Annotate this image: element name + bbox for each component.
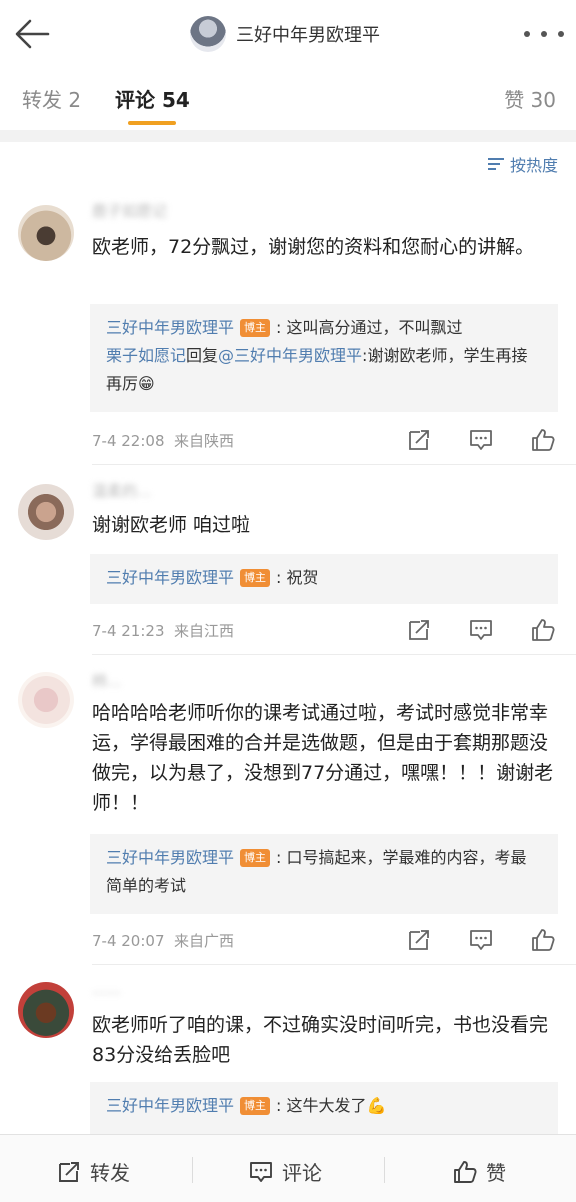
blogger-badge: 博主 (240, 1097, 271, 1115)
comment-button[interactable]: 评论 (248, 1157, 322, 1186)
comment-label: 评论 (282, 1161, 322, 1185)
comment-actions (406, 426, 556, 454)
reply-author[interactable]: 三好中年男欧理平 (106, 1096, 234, 1115)
comment-meta: 7-4 20:07 来自广西 (92, 930, 234, 951)
comment-text: 欧老师，72分飘过，谢谢您的资料和您耐心的讲解。 (92, 236, 535, 258)
like-button[interactable]: 赞 (452, 1157, 506, 1186)
blogger-badge: 博主 (240, 569, 271, 587)
reply-text: : 这叫高分通过，不叫飘过 (276, 318, 463, 337)
reply-author[interactable]: 三好中年男欧理平 (106, 318, 234, 337)
divider (92, 654, 576, 655)
reply-box[interactable]: 三好中年男欧理平 博主 : 这叫高分通过，不叫飘过 栗子如愿记回复@三好中年男欧理平… (90, 304, 558, 412)
comment-actions (406, 926, 556, 954)
like-icon (454, 1160, 477, 1183)
section-divider (0, 130, 576, 142)
comment-time: 7-4 20:07 (92, 932, 165, 950)
avatar[interactable] (18, 672, 74, 728)
reply-text: : 祝贺 (276, 568, 319, 587)
header-avatar[interactable] (190, 16, 226, 52)
like-icon[interactable] (530, 927, 556, 953)
top-bar: 三好中年男欧理平 (0, 0, 576, 68)
header-user[interactable]: 三好中年男欧理平 (190, 14, 380, 54)
sort-icon (487, 156, 506, 172)
comment-location: 来自广西 (174, 932, 235, 950)
comment-text: 谢谢欧老师 咱过啦 (92, 514, 251, 536)
divider (92, 464, 576, 465)
comment-username[interactable]: 柿... (92, 670, 121, 691)
comment-icon[interactable] (468, 617, 494, 643)
comment-icon[interactable] (468, 427, 494, 453)
back-arrow-icon[interactable] (12, 16, 56, 52)
reply-box[interactable]: 三好中年男欧理平 博主 : 祝贺 (90, 554, 558, 604)
reply-line: 三好中年男欧理平 博主 : 这叫高分通过，不叫飘过 (106, 314, 542, 342)
reply-box[interactable]: 三好中年男欧理平 博主: 口号搞起来，学最难的内容，考最简单的考试 (90, 834, 558, 914)
share-icon[interactable] (406, 427, 432, 453)
reply-box[interactable]: 三好中年男欧理平 博主 : 这牛大发了💪 (90, 1082, 558, 1134)
like-icon[interactable] (530, 617, 556, 643)
forward-label: 转发 (90, 1161, 130, 1185)
comment-meta: 7-4 21:23 来自江西 (92, 620, 234, 641)
avatar[interactable] (18, 982, 74, 1038)
comment-meta: 7-4 22:08 来自陕西 (92, 430, 234, 451)
sort-label: 按热度 (509, 156, 558, 175)
tab-comments[interactable]: 评论 54 (115, 84, 190, 113)
active-tab-indicator (128, 121, 176, 125)
like-icon[interactable] (530, 427, 556, 453)
divider (92, 964, 576, 965)
reply-line: 三好中年男欧理平 博主 : 这牛大发了💪 (106, 1092, 542, 1120)
blogger-badge: 博主 (240, 849, 271, 867)
bottom-action-bar: 转发 评论 赞 (0, 1134, 576, 1202)
comment-username[interactable]: 温柔的... (92, 480, 151, 501)
separator (192, 1157, 193, 1183)
share-icon[interactable] (406, 927, 432, 953)
separator (384, 1157, 385, 1183)
comment-text: 欧老师听了咱的课，不过确实没时间听完，书也没看完83分没给丢脸吧 (92, 1014, 549, 1066)
more-dots-icon[interactable] (524, 22, 564, 46)
comment-location: 来自陕西 (174, 432, 235, 450)
comment-username[interactable]: 鹿子如愿记 (92, 200, 167, 221)
comment-icon[interactable] (468, 927, 494, 953)
reply-connector: 回复 (186, 346, 219, 365)
reply-line: 三好中年男欧理平 博主: 口号搞起来，学最难的内容，考最简单的考试 (106, 844, 542, 900)
like-label: 赞 (486, 1161, 506, 1185)
comment-time: 7-4 21:23 (92, 622, 165, 640)
comment-icon (250, 1161, 272, 1182)
reply-line: 栗子如愿记回复@三好中年男欧理平:谢谢欧老师，学生再接再厉😁 (106, 342, 542, 398)
tab-likes[interactable]: 赞 30 (504, 84, 556, 113)
reply-author[interactable]: 三好中年男欧理平 (106, 568, 234, 587)
page-title: 三好中年男欧理平 (236, 25, 380, 46)
reply-text: : 这牛大发了💪 (276, 1096, 387, 1115)
tab-forward[interactable]: 转发 2 (22, 84, 81, 113)
forward-button[interactable]: 转发 (56, 1157, 130, 1186)
forward-icon (59, 1161, 79, 1182)
reply-author[interactable]: 三好中年男欧理平 (106, 848, 234, 867)
comment-username[interactable]: ...... (92, 980, 121, 998)
reply-author[interactable]: 栗子如愿记 (106, 346, 186, 365)
comment-location: 来自江西 (174, 622, 235, 640)
comment-time: 7-4 22:08 (92, 432, 165, 450)
sort-button[interactable]: 按热度 (487, 152, 558, 176)
reply-mention[interactable]: @三好中年男欧理平 (218, 346, 362, 365)
blogger-badge: 博主 (240, 319, 271, 337)
share-icon[interactable] (406, 617, 432, 643)
comment-text: 哈哈哈哈老师听你的课考试通过啦，考试时感觉非常幸运，学得最困难的合并是选做题，但… (92, 702, 554, 814)
avatar[interactable] (18, 484, 74, 540)
avatar[interactable] (18, 205, 74, 261)
tab-bar: 转发 2 评论 54 赞 30 (0, 68, 576, 130)
comment-actions (406, 616, 556, 644)
reply-line: 三好中年男欧理平 博主 : 祝贺 (106, 564, 542, 592)
